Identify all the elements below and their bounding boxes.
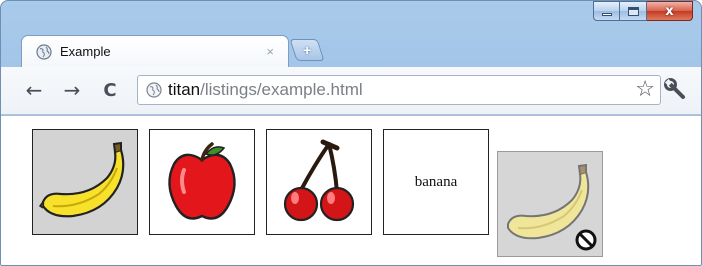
globe-icon xyxy=(36,43,52,60)
no-drop-icon xyxy=(575,229,597,251)
cherries-icon xyxy=(283,139,355,222)
wrench-icon[interactable] xyxy=(663,77,689,103)
apple-icon xyxy=(168,142,236,220)
banana-icon xyxy=(38,141,125,218)
back-button[interactable]: ← xyxy=(21,77,47,103)
apple-tile[interactable] xyxy=(149,129,255,235)
url-host: titan xyxy=(168,80,201,99)
text-tile[interactable]: banana xyxy=(383,129,489,235)
browser-window: x Example × + ← → C titan/listings/examp… xyxy=(0,0,702,266)
close-icon: x xyxy=(665,3,674,19)
back-arrow-icon: ← xyxy=(25,78,43,102)
close-window-button[interactable]: x xyxy=(647,1,693,21)
address-bar[interactable]: titan/listings/example.html xyxy=(137,75,661,105)
tab-title: Example xyxy=(60,44,111,59)
forward-arrow-icon: → xyxy=(63,78,81,102)
url-path: /listings/example.html xyxy=(200,80,363,99)
minimize-button[interactable] xyxy=(593,1,620,21)
drag-banana-tile[interactable] xyxy=(497,151,603,257)
maximize-icon xyxy=(627,6,639,16)
tab-close-icon[interactable]: × xyxy=(266,44,274,59)
bookmark-star-icon[interactable]: ☆ xyxy=(635,79,655,101)
reload-button[interactable]: C xyxy=(97,77,123,103)
plus-icon: + xyxy=(302,42,312,58)
window-controls: x xyxy=(593,1,693,23)
tile-text-label: banana xyxy=(414,173,458,190)
tab-example[interactable]: Example × xyxy=(21,35,289,67)
forward-button[interactable]: → xyxy=(59,77,85,103)
toolbar: ← → C titan/listings/example.html ☆ xyxy=(1,67,701,115)
banana-tile[interactable] xyxy=(32,129,138,235)
page-content: banana xyxy=(1,116,701,265)
minimize-icon xyxy=(601,13,612,16)
maximize-button[interactable] xyxy=(620,1,647,21)
new-tab-button[interactable]: + xyxy=(289,39,325,61)
url-text: titan/listings/example.html xyxy=(168,80,363,100)
cherries-tile[interactable] xyxy=(266,129,372,235)
reload-icon: C xyxy=(103,79,117,101)
page-globe-icon xyxy=(146,82,162,98)
